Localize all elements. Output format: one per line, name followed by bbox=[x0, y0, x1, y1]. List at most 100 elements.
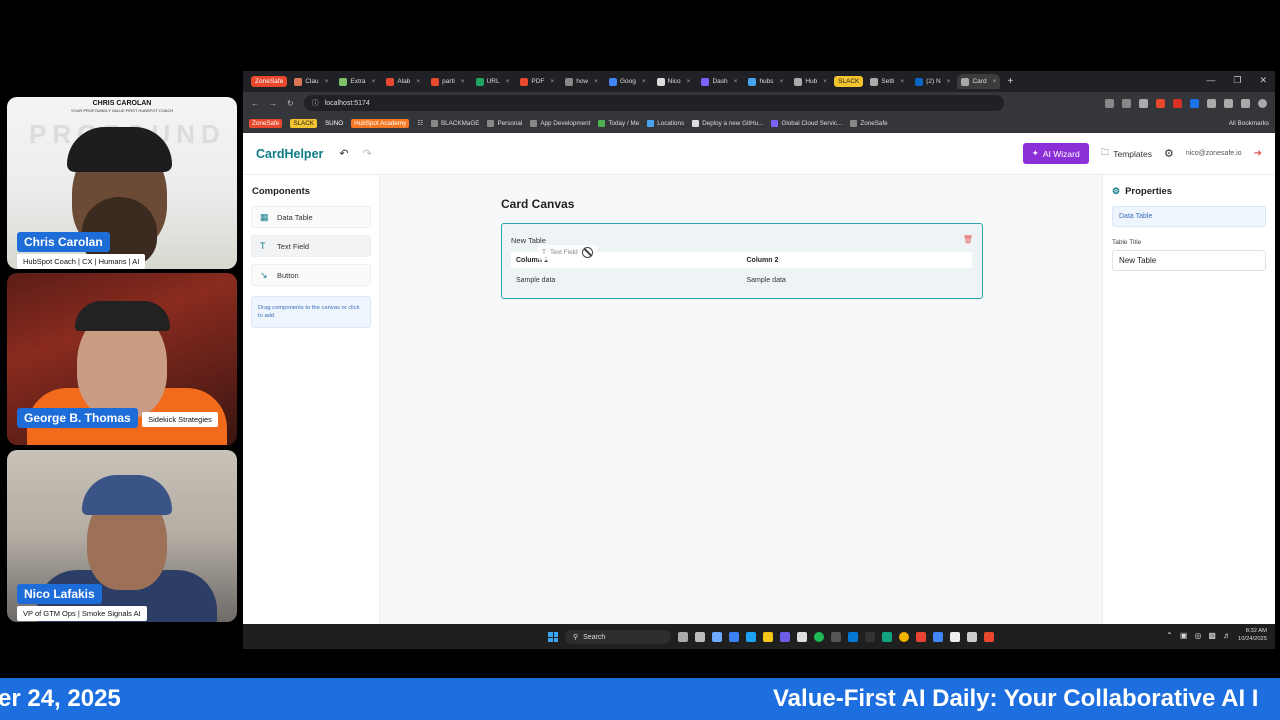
bookmark-item[interactable]: Today / Me bbox=[598, 120, 639, 127]
extension-icon[interactable] bbox=[1190, 98, 1199, 108]
apps-grid-icon[interactable]: ☷ bbox=[417, 120, 423, 127]
browser-tab[interactable]: Dash × bbox=[697, 74, 741, 89]
browser-tab[interactable]: URL × bbox=[472, 74, 514, 89]
maximize-icon[interactable]: ❐ bbox=[1233, 75, 1241, 86]
app-icon[interactable] bbox=[984, 632, 994, 642]
windows-start-icon[interactable] bbox=[548, 632, 558, 642]
volume-icon[interactable]: ♬ bbox=[1223, 631, 1231, 640]
chevron-up-icon[interactable]: ⌃ bbox=[1166, 631, 1173, 640]
app-icon[interactable] bbox=[950, 632, 960, 642]
app-icon[interactable] bbox=[729, 632, 739, 642]
browser-tab[interactable]: Nico × bbox=[653, 74, 695, 89]
back-icon[interactable]: ← bbox=[251, 99, 259, 108]
spotify-icon[interactable] bbox=[814, 632, 824, 642]
extension-icon[interactable] bbox=[1156, 98, 1165, 108]
gear-icon[interactable]: ⚙ bbox=[1164, 147, 1174, 160]
edge-icon[interactable] bbox=[746, 632, 756, 642]
trash-icon[interactable]: 🗑 bbox=[963, 235, 973, 244]
address-bar[interactable]: ⓘ localhost:5174 bbox=[303, 95, 1004, 111]
undo-icon[interactable]: ↶ bbox=[339, 147, 348, 160]
close-icon[interactable]: ✕ bbox=[1259, 75, 1267, 86]
close-tab-icon[interactable]: × bbox=[594, 78, 598, 85]
close-tab-icon[interactable]: × bbox=[687, 78, 691, 85]
close-tab-icon[interactable]: × bbox=[780, 78, 784, 85]
app-logo[interactable]: CardHelper bbox=[256, 147, 323, 161]
component-button[interactable]: ↘ Button bbox=[251, 264, 371, 286]
close-tab-icon[interactable]: × bbox=[642, 78, 646, 85]
bookmark-item[interactable]: BLACKMaGE bbox=[430, 120, 479, 127]
bookmark-item[interactable]: SUNO bbox=[325, 120, 343, 127]
app-icon[interactable] bbox=[780, 632, 790, 642]
browser-tab[interactable]: Setti × bbox=[866, 74, 908, 89]
bookmark-item[interactable]: App Development bbox=[530, 120, 590, 127]
browser-tab[interactable]: how × bbox=[561, 74, 602, 89]
browser-tab[interactable]: Goog × bbox=[605, 74, 650, 89]
close-tab-icon[interactable]: × bbox=[993, 78, 997, 85]
site-info-icon[interactable]: ⓘ bbox=[312, 98, 319, 108]
close-tab-icon[interactable]: × bbox=[734, 78, 738, 85]
table-title-input[interactable]: New Table bbox=[1112, 250, 1266, 271]
vscode-icon[interactable] bbox=[848, 632, 858, 642]
component-data-table[interactable]: ▦ Data Table bbox=[251, 206, 371, 228]
browser-tab[interactable]: SLACK bbox=[834, 76, 864, 87]
app-icon[interactable] bbox=[831, 632, 841, 642]
ai-wizard-button[interactable]: ✦ AI Wizard bbox=[1022, 143, 1089, 164]
tray-app-icon[interactable]: ▣ bbox=[1180, 631, 1188, 640]
extension-icon[interactable] bbox=[1173, 98, 1182, 108]
close-tab-icon[interactable]: × bbox=[372, 78, 376, 85]
app-icon[interactable] bbox=[712, 632, 722, 642]
puzzle-icon[interactable] bbox=[1224, 98, 1233, 108]
chrome-icon[interactable] bbox=[899, 632, 909, 642]
all-bookmarks[interactable]: All Bookmarks bbox=[1229, 120, 1269, 127]
app-icon[interactable] bbox=[865, 632, 875, 642]
sidebar-icon[interactable] bbox=[1241, 98, 1250, 108]
bookmark-item[interactable]: ZoneSafe bbox=[249, 119, 283, 128]
close-tab-icon[interactable]: × bbox=[550, 78, 554, 85]
app-icon[interactable] bbox=[695, 632, 705, 642]
forward-icon[interactable]: → bbox=[269, 99, 277, 108]
bookmark-item[interactable]: Locations bbox=[647, 120, 684, 127]
browser-tab[interactable]: Alab × bbox=[382, 74, 424, 89]
browser-tab[interactable]: Clau × bbox=[290, 74, 332, 89]
app-icon[interactable] bbox=[967, 632, 977, 642]
browser-tab[interactable]: Card × bbox=[957, 74, 1001, 89]
app-icon[interactable] bbox=[933, 632, 943, 642]
star-icon[interactable] bbox=[1139, 98, 1148, 108]
app-icon[interactable] bbox=[916, 632, 926, 642]
share-icon[interactable] bbox=[1122, 98, 1131, 108]
browser-tab[interactable]: hubs × bbox=[744, 74, 787, 89]
bookmark-item[interactable]: ZoneSafe bbox=[850, 120, 888, 127]
card-canvas[interactable]: Card Canvas New Table 🗑 Column 1 Column … bbox=[380, 175, 1102, 624]
app-icon[interactable] bbox=[797, 632, 807, 642]
chatgpt-icon[interactable] bbox=[882, 632, 892, 642]
bookmark-item[interactable]: Global Cloud Servic... bbox=[771, 120, 842, 127]
table-card[interactable]: New Table 🗑 Column 1 Column 2 Sample dat… bbox=[501, 223, 983, 299]
browser-tab[interactable]: parti × bbox=[427, 74, 468, 89]
component-text-field[interactable]: T Text Field bbox=[251, 235, 371, 257]
extension-icon[interactable] bbox=[1207, 98, 1216, 108]
new-tab-icon[interactable]: + bbox=[1007, 76, 1013, 87]
browser-tab[interactable]: (2) N × bbox=[911, 74, 954, 89]
bookmark-item[interactable]: Personal bbox=[487, 120, 522, 127]
bookmark-item[interactable]: HubSpot Academy bbox=[351, 119, 410, 128]
close-tab-icon[interactable]: × bbox=[461, 78, 465, 85]
browser-tab[interactable]: PDF × bbox=[516, 74, 558, 89]
browser-tab[interactable]: ZoneSafe bbox=[251, 76, 288, 87]
reload-icon[interactable]: ↻ bbox=[287, 99, 294, 108]
logout-icon[interactable]: ➜ bbox=[1254, 148, 1262, 159]
bookmark-item[interactable]: SLACK bbox=[290, 119, 317, 128]
close-tab-icon[interactable]: × bbox=[947, 78, 951, 85]
eye-icon[interactable] bbox=[1105, 98, 1114, 108]
close-tab-icon[interactable]: × bbox=[325, 78, 329, 85]
bookmark-item[interactable]: Deploy a new GitHu... bbox=[692, 120, 763, 127]
browser-tab[interactable]: Hub × bbox=[790, 74, 831, 89]
task-view-icon[interactable] bbox=[678, 632, 688, 642]
minimize-icon[interactable]: — bbox=[1206, 75, 1215, 86]
network-icon[interactable]: ▩ bbox=[1208, 631, 1216, 640]
close-tab-icon[interactable]: × bbox=[823, 78, 827, 85]
folder-icon[interactable] bbox=[763, 632, 773, 642]
clock[interactable]: 8:32 AM 10/24/2025 bbox=[1238, 628, 1267, 643]
close-tab-icon[interactable]: × bbox=[900, 78, 904, 85]
templates-button[interactable]: 🗀 Templates bbox=[1101, 147, 1152, 161]
browser-tab[interactable]: Extra × bbox=[335, 74, 379, 89]
